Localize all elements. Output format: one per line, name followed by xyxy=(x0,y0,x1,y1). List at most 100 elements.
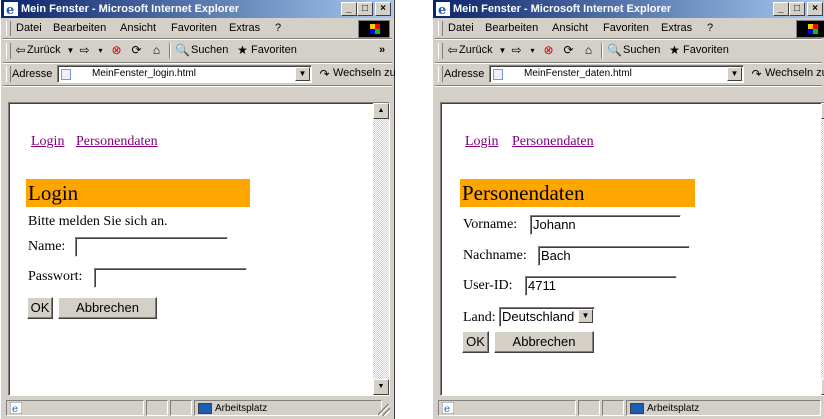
menu-favoriten[interactable]: Favoriten xyxy=(171,22,217,34)
address-dropdown-button[interactable]: ▼ xyxy=(295,67,310,81)
title-bar[interactable]: e Mein Fenster - Microsoft Internet Expl… xyxy=(433,0,824,18)
favorites-button[interactable]: Favoriten xyxy=(683,44,729,56)
title-bar[interactable]: e Mein Fenster - Microsoft Internet Expl… xyxy=(1,0,394,18)
nav-link-login[interactable]: Login xyxy=(31,134,64,150)
forward-dropdown-icon[interactable]: ▾ xyxy=(93,43,108,58)
maximize-button[interactable]: □ xyxy=(357,2,373,16)
zone-label: Arbeitsplatz xyxy=(215,403,268,414)
cancel-button[interactable]: Abbrechen xyxy=(58,297,157,319)
back-dropdown-icon[interactable]: ▼ xyxy=(495,43,510,58)
address-url: MeinFenster_daten.html xyxy=(524,68,632,79)
page-done-icon: e xyxy=(442,402,454,414)
back-dropdown-icon[interactable]: ▼ xyxy=(63,43,78,58)
userid-input[interactable]: 4711 xyxy=(525,276,677,296)
search-button[interactable]: Suchen xyxy=(623,44,660,56)
status-bar: e Arbeitsplatz xyxy=(3,399,392,417)
menu-extras[interactable]: Extras xyxy=(229,22,260,34)
search-icon[interactable]: 🔍 xyxy=(607,43,622,58)
search-button[interactable]: Suchen xyxy=(191,44,228,56)
browser-window-login: e Mein Fenster - Microsoft Internet Expl… xyxy=(0,0,396,419)
status-panel-secure xyxy=(170,400,192,416)
favorites-icon[interactable]: ★ xyxy=(235,43,250,58)
toolbar-grip[interactable] xyxy=(6,66,11,82)
nav-link-personendaten[interactable]: Personendaten xyxy=(76,134,158,150)
search-icon[interactable]: 🔍 xyxy=(175,43,190,58)
status-panel-zone: Arbeitsplatz xyxy=(626,400,821,416)
ie-throbber-logo xyxy=(358,20,390,38)
stop-icon[interactable]: ⊗ xyxy=(541,43,556,58)
scroll-up-button[interactable]: ▲ xyxy=(373,103,389,119)
favorites-button[interactable]: Favoriten xyxy=(251,44,297,56)
back-arrow-icon[interactable]: ⇦ xyxy=(13,43,28,58)
menu-help[interactable]: ? xyxy=(707,22,713,34)
menu-extras[interactable]: Extras xyxy=(661,22,692,34)
country-select[interactable]: Deutschland ▼ xyxy=(499,307,595,327)
maximize-button[interactable]: □ xyxy=(789,2,805,16)
password-label: Passwort: xyxy=(28,269,83,284)
address-label: Adresse xyxy=(12,68,53,80)
minimize-button[interactable]: _ xyxy=(773,2,789,16)
lastname-input[interactable]: Bach xyxy=(538,246,690,266)
address-input[interactable]: MeinFenster_daten.html ▼ xyxy=(489,65,744,83)
password-input[interactable] xyxy=(94,268,247,288)
ok-button[interactable]: OK xyxy=(462,331,489,353)
lastname-label: Nachname: xyxy=(463,248,527,263)
menu-ansicht[interactable]: Ansicht xyxy=(120,22,156,34)
refresh-icon[interactable]: ⟳ xyxy=(129,43,144,58)
standard-toolbar: ⇦ Zurück ▼ ⇨ ▾ ⊗ ⟳ ⌂ 🔍 Suchen ★ Favorite… xyxy=(3,40,392,63)
toolbar-overflow-chevron[interactable]: » xyxy=(379,44,385,56)
status-panel-main: e xyxy=(438,400,576,416)
vertical-scrollbar[interactable]: ▲ ▼ xyxy=(373,103,389,395)
minimize-button[interactable]: _ xyxy=(341,2,357,16)
toolbar-grip[interactable] xyxy=(438,66,443,82)
country-label: Land: xyxy=(463,310,496,325)
menu-bar: Datei Bearbeiten Ansicht Favoriten Extra… xyxy=(3,19,392,39)
favorites-icon[interactable]: ★ xyxy=(667,43,682,58)
nav-link-login[interactable]: Login xyxy=(465,134,498,150)
country-selected-value: Deutschland xyxy=(502,309,575,324)
menu-help[interactable]: ? xyxy=(275,22,281,34)
go-arrow-icon[interactable]: ↷ xyxy=(749,67,764,82)
forward-dropdown-icon[interactable]: ▾ xyxy=(525,43,540,58)
menu-ansicht[interactable]: Ansicht xyxy=(552,22,588,34)
menu-favoriten[interactable]: Favoriten xyxy=(603,22,649,34)
go-button[interactable]: Wechseln zu xyxy=(765,67,824,79)
go-arrow-icon[interactable]: ↷ xyxy=(317,67,332,82)
page-icon xyxy=(61,69,71,80)
chevron-down-icon[interactable]: ▼ xyxy=(578,309,593,323)
resize-grip[interactable] xyxy=(378,404,390,416)
back-button[interactable]: Zurück xyxy=(27,44,61,56)
close-button[interactable]: × xyxy=(375,2,391,16)
window-title: Mein Fenster - Microsoft Internet Explor… xyxy=(453,3,672,15)
menu-datei[interactable]: Datei xyxy=(16,22,42,34)
forward-arrow-icon[interactable]: ⇨ xyxy=(509,43,524,58)
name-label: Name: xyxy=(28,239,66,254)
toolbar-grip[interactable] xyxy=(6,21,11,36)
back-arrow-icon[interactable]: ⇦ xyxy=(445,43,460,58)
forward-arrow-icon[interactable]: ⇨ xyxy=(77,43,92,58)
address-dropdown-button[interactable]: ▼ xyxy=(727,67,742,81)
go-button[interactable]: Wechseln zu xyxy=(333,67,396,79)
scroll-down-button[interactable]: ▼ xyxy=(373,379,389,395)
address-input[interactable]: MeinFenster_login.html ▼ xyxy=(57,65,312,83)
menu-bearbeiten[interactable]: Bearbeiten xyxy=(53,22,106,34)
toolbar-grip[interactable] xyxy=(438,21,443,36)
stop-icon[interactable]: ⊗ xyxy=(109,43,124,58)
svg-text:e: e xyxy=(6,3,14,16)
menu-datei[interactable]: Datei xyxy=(448,22,474,34)
ok-button[interactable]: OK xyxy=(27,297,53,319)
toolbar-separator xyxy=(601,43,603,59)
firstname-input[interactable]: Johann xyxy=(530,215,681,235)
nav-link-personendaten[interactable]: Personendaten xyxy=(512,134,594,150)
name-input[interactable] xyxy=(75,237,228,257)
menu-bearbeiten[interactable]: Bearbeiten xyxy=(485,22,538,34)
toolbar-grip[interactable] xyxy=(438,43,443,59)
toolbar-grip[interactable] xyxy=(6,43,11,59)
home-icon[interactable]: ⌂ xyxy=(581,43,596,58)
back-button[interactable]: Zurück xyxy=(459,44,493,56)
refresh-icon[interactable]: ⟳ xyxy=(561,43,576,58)
home-icon[interactable]: ⌂ xyxy=(149,43,164,58)
page-heading: Personendaten xyxy=(460,179,695,207)
close-button[interactable]: × xyxy=(807,2,823,16)
cancel-button[interactable]: Abbrechen xyxy=(494,331,594,353)
